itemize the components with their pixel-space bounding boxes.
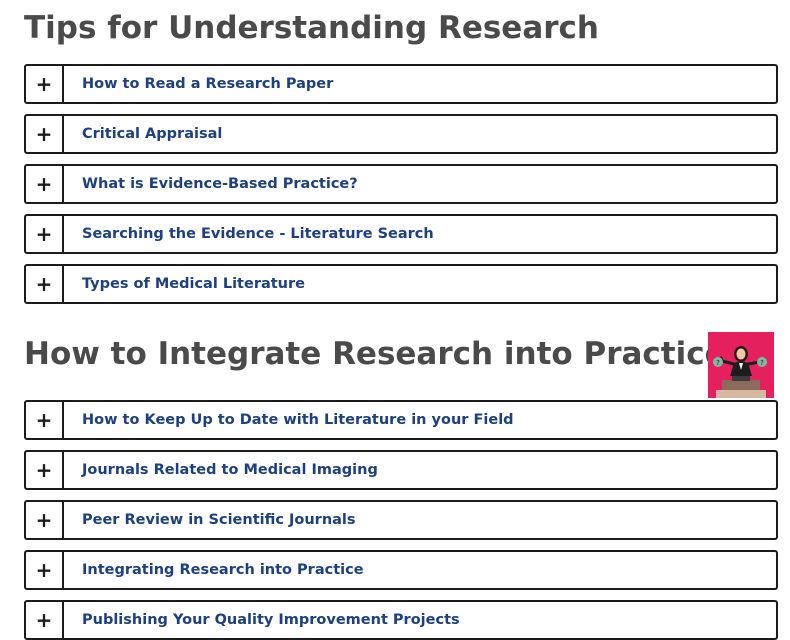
svg-text:?: ? bbox=[716, 359, 720, 367]
plus-icon[interactable]: + bbox=[26, 216, 64, 252]
accordion-item-ebp[interactable]: + What is Evidence-Based Practice? bbox=[24, 164, 778, 204]
accordion-label[interactable]: What is Evidence-Based Practice? bbox=[64, 166, 358, 202]
accordion-item-journals-imaging[interactable]: + Journals Related to Medical Imaging bbox=[24, 450, 778, 490]
accordion-label[interactable]: Peer Review in Scientific Journals bbox=[64, 502, 356, 538]
svg-text:?: ? bbox=[760, 359, 764, 367]
plus-icon[interactable]: + bbox=[26, 502, 64, 538]
accordion-item-literature-search[interactable]: + Searching the Evidence - Literature Se… bbox=[24, 214, 778, 254]
accordion-label[interactable]: Types of Medical Literature bbox=[64, 266, 305, 302]
section-title-tips: Tips for Understanding Research bbox=[24, 10, 599, 46]
person-with-question-marks-illustration: ? ? bbox=[708, 332, 774, 398]
accordion-item-peer-review[interactable]: + Peer Review in Scientific Journals bbox=[24, 500, 778, 540]
plus-icon[interactable]: + bbox=[26, 402, 64, 438]
plus-icon[interactable]: + bbox=[26, 116, 64, 152]
accordion-label[interactable]: How to Read a Research Paper bbox=[64, 66, 333, 102]
accordion-label[interactable]: Integrating Research into Practice bbox=[64, 552, 364, 588]
accordion-item-critical-appraisal[interactable]: + Critical Appraisal bbox=[24, 114, 778, 154]
accordion-item-publishing-qi[interactable]: + Publishing Your Quality Improvement Pr… bbox=[24, 600, 778, 640]
plus-icon[interactable]: + bbox=[26, 166, 64, 202]
accordion-label[interactable]: How to Keep Up to Date with Literature i… bbox=[64, 402, 514, 438]
accordion-item-integrating-research[interactable]: + Integrating Research into Practice bbox=[24, 550, 778, 590]
accordion-label[interactable]: Publishing Your Quality Improvement Proj… bbox=[64, 602, 460, 638]
plus-icon[interactable]: + bbox=[26, 266, 64, 302]
section-title-integrate: How to Integrate Research into Practice bbox=[24, 336, 726, 372]
plus-icon[interactable]: + bbox=[26, 552, 64, 588]
plus-icon[interactable]: + bbox=[26, 602, 64, 638]
accordion-item-read-paper[interactable]: + How to Read a Research Paper bbox=[24, 64, 778, 104]
plus-icon[interactable]: + bbox=[26, 66, 64, 102]
accordion-item-types-literature[interactable]: + Types of Medical Literature bbox=[24, 264, 778, 304]
accordion-label[interactable]: Critical Appraisal bbox=[64, 116, 222, 152]
accordion-label[interactable]: Journals Related to Medical Imaging bbox=[64, 452, 378, 488]
plus-icon[interactable]: + bbox=[26, 452, 64, 488]
accordion-label[interactable]: Searching the Evidence - Literature Sear… bbox=[64, 216, 434, 252]
accordion-item-keep-up-to-date[interactable]: + How to Keep Up to Date with Literature… bbox=[24, 400, 778, 440]
